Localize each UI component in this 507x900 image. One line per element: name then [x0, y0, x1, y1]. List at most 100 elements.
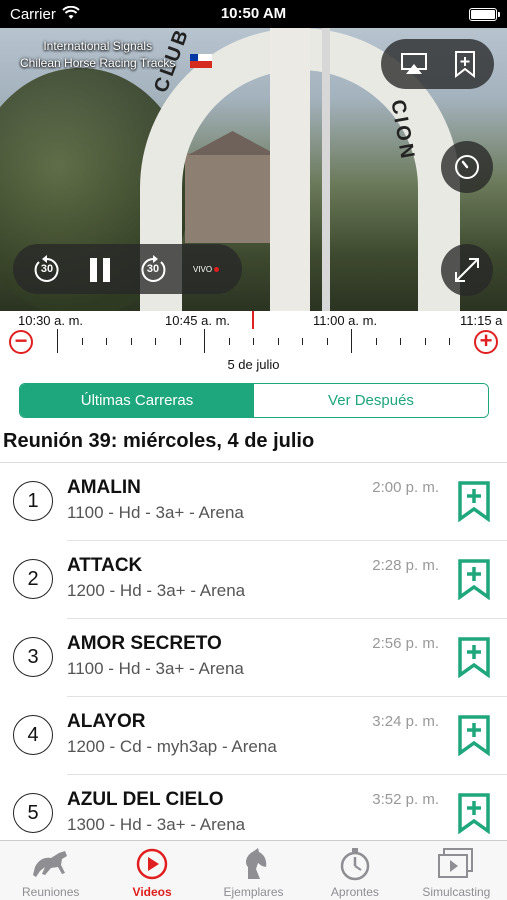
tab-label: Videos [132, 885, 172, 899]
race-number: 5 [13, 793, 53, 833]
race-name: ATTACK [67, 555, 143, 576]
video-player[interactable]: CLUB HI CION International Signals Chile… [0, 28, 507, 311]
live-dot-icon [214, 266, 220, 272]
race-row[interactable]: 3 AMOR SECRETO 1100 - Hd - 3a+ - Arena 2… [0, 619, 507, 697]
timeline-playhead[interactable] [252, 311, 254, 329]
video-top-controls [381, 39, 494, 89]
race-name: ALAYOR [67, 711, 146, 732]
play-icon [132, 847, 172, 881]
race-info: 1100 - Hd - 3a+ - Arena [67, 503, 244, 522]
race-name: AZUL DEL CIELO [67, 789, 224, 810]
status-time: 10:50 AM [220, 5, 287, 22]
video-overlay-title: International Signals Chilean Horse Raci… [20, 38, 175, 72]
race-filter-segment: Últimas Carreras Ver Después [19, 383, 489, 418]
add-bookmark-icon[interactable] [457, 636, 491, 679]
timeline-tick [106, 338, 107, 345]
timeline-tick [400, 338, 401, 345]
race-number: 1 [13, 481, 53, 521]
tab-label: Simulcasting [422, 885, 491, 899]
tab-bar: Reuniones Videos Ejemplares Aprontes Sim… [0, 840, 507, 900]
add-bookmark-icon[interactable] [457, 792, 491, 835]
timeline-date: 5 de julio [227, 357, 280, 372]
race-number: 2 [13, 559, 53, 599]
playback-speed-button[interactable] [441, 141, 493, 193]
timeline-tick [130, 338, 132, 345]
timeline-tick-label: 10:30 a. m. [18, 313, 84, 328]
battery-icon [469, 8, 500, 21]
skip-back-label: 30 [40, 263, 54, 275]
timeline-tick-label: 11:15 a [460, 313, 503, 328]
tab-aprontes[interactable]: Aprontes [304, 841, 405, 900]
race-info: 1100 - Hd - 3a+ - Arena [67, 659, 244, 678]
horse-head-icon [234, 847, 274, 881]
timeline-tick [179, 338, 181, 345]
tab-label: Ejemplares [223, 885, 284, 899]
skip-forward-30-icon[interactable]: 30 [137, 254, 169, 286]
video-scene-pillar [270, 28, 310, 311]
timeline-tick [277, 338, 279, 345]
timeline-tick [253, 338, 254, 345]
tab-ultimas-carreras[interactable]: Últimas Carreras [20, 384, 254, 417]
race-name: AMALIN [67, 477, 141, 498]
race-info: 1300 - Hd - 3a+ - Arena [67, 815, 246, 834]
stopwatch-icon [335, 847, 375, 881]
timeline-tick [326, 338, 328, 345]
timeline-tick [81, 338, 83, 345]
live-indicator[interactable]: VIVO [193, 262, 220, 276]
fullscreen-button[interactable] [441, 244, 493, 296]
add-bookmark-icon[interactable] [453, 50, 477, 78]
race-time: 2:28 p. m. [372, 557, 439, 574]
race-row[interactable]: 2 ATTACK 1200 - Hd - 3a+ - Arena 2:28 p.… [0, 541, 507, 619]
airplay-icon[interactable] [399, 51, 429, 77]
chile-flag-icon [190, 54, 212, 68]
horse-icon [31, 847, 71, 881]
tab-label: Reuniones [22, 885, 80, 899]
race-time: 2:00 p. m. [372, 479, 439, 496]
timeline-tick [351, 329, 352, 353]
tab-simulcasting[interactable]: Simulcasting [406, 841, 507, 900]
add-bookmark-icon[interactable] [457, 558, 491, 601]
pause-icon[interactable] [87, 256, 113, 284]
timeline-tick [302, 338, 303, 345]
playback-controls: 30 30 VIVO [13, 244, 242, 294]
race-info: 1200 - Hd - 3a+ - Arena [67, 581, 246, 600]
expand-icon [452, 255, 482, 285]
tab-videos[interactable]: Videos [101, 841, 202, 900]
timeline-tick [449, 338, 450, 345]
gauge-icon [454, 154, 480, 180]
timeline-tick [228, 338, 230, 345]
race-time: 2:56 p. m. [372, 635, 439, 652]
timeline-tick-label: 11:00 a. m. [313, 313, 378, 328]
skip-back-30-icon[interactable]: 30 [31, 254, 63, 286]
race-row[interactable]: 4 ALAYOR 1200 - Cd - myh3ap - Arena 3:24… [0, 697, 507, 775]
race-time: 3:24 p. m. [372, 713, 439, 730]
race-number: 4 [13, 715, 53, 755]
simulcast-icon [436, 847, 476, 881]
race-info: 1200 - Cd - myh3ap - Arena [67, 737, 277, 756]
overlay-line-2: Chilean Horse Racing Tracks [20, 56, 176, 70]
timeline-scrubber[interactable]: 10:30 a. m. 10:45 a. m. 11:00 a. m. 11:1… [0, 311, 507, 375]
meeting-title: Reunión 39: miércoles, 4 de julio [3, 430, 315, 452]
add-bookmark-icon[interactable] [457, 480, 491, 523]
tab-ver-despues[interactable]: Ver Después [254, 384, 488, 417]
race-time: 3:52 p. m. [372, 791, 439, 808]
race-number: 3 [13, 637, 53, 677]
overlay-line-1: International Signals [43, 39, 153, 53]
timeline-tick [204, 329, 205, 353]
status-bar: Carrier 10:50 AM [0, 0, 507, 28]
timeline-tick [155, 338, 156, 345]
skip-forward-label: 30 [146, 263, 160, 275]
add-bookmark-icon[interactable] [457, 714, 491, 757]
zoom-in-button[interactable]: + [474, 330, 498, 354]
timeline-tick [424, 338, 426, 345]
video-scene-pole [322, 28, 330, 311]
timeline-tick-label: 10:45 a. m. [165, 313, 231, 328]
timeline-tick [57, 329, 58, 353]
tab-ejemplares[interactable]: Ejemplares [203, 841, 304, 900]
tab-label: Aprontes [330, 885, 379, 899]
zoom-out-button[interactable]: − [9, 330, 33, 354]
live-label: VIVO [193, 264, 213, 274]
tab-reuniones[interactable]: Reuniones [0, 841, 101, 900]
timeline-tick [375, 338, 377, 345]
race-row[interactable]: 1 AMALIN 1100 - Hd - 3a+ - Arena 2:00 p.… [0, 463, 507, 541]
